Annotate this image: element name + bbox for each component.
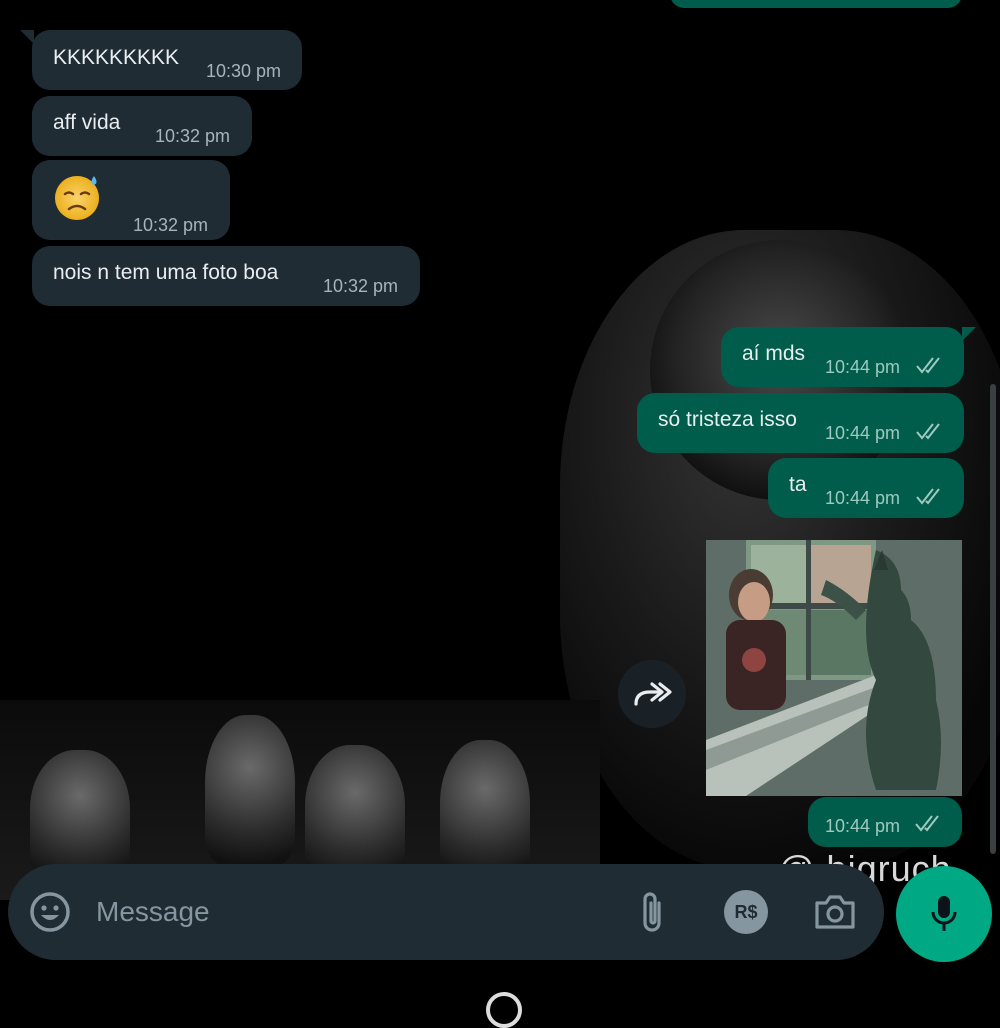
message-bubble-incoming[interactable]: aff vida 10:32 pm — [32, 96, 252, 156]
message-bubble-partial[interactable] — [670, 0, 962, 8]
read-receipt-icon — [916, 488, 940, 505]
message-time: 10:44 pm — [825, 423, 901, 443]
attach-button[interactable] — [630, 888, 674, 936]
sad-sweat-emoji-icon — [55, 176, 99, 220]
message-text: só tristeza isso — [658, 408, 797, 431]
message-time: 10:44 pm — [825, 488, 901, 508]
message-bubble-incoming[interactable]: nois n tem uma foto boa 10:32 pm — [32, 246, 420, 306]
message-text: nois n tem uma foto boa — [53, 261, 279, 284]
emoji-button[interactable] — [28, 890, 72, 934]
forward-icon — [634, 682, 672, 706]
chat-scrollbar[interactable] — [990, 384, 996, 854]
message-text: aff vida — [53, 111, 121, 134]
attach-icon — [643, 892, 661, 932]
message-composer: Message R$ — [8, 864, 884, 960]
payment-icon: R$ — [734, 901, 758, 922]
image-message[interactable] — [706, 540, 962, 796]
message-time: 10:32 pm — [133, 215, 209, 235]
emoji-icon — [30, 892, 70, 932]
payment-button[interactable]: R$ — [724, 890, 768, 934]
home-indicator[interactable] — [486, 992, 522, 1028]
forward-button[interactable] — [618, 660, 686, 728]
read-receipt-icon — [916, 357, 940, 374]
mic-icon — [931, 896, 957, 931]
camera-button[interactable] — [812, 890, 858, 934]
voice-message-button[interactable] — [896, 866, 992, 962]
message-time: 10:32 pm — [323, 276, 399, 296]
message-bubble-incoming[interactable]: KKKKKKKKK 10:30 pm — [20, 30, 302, 90]
message-bubble-outgoing[interactable]: 10:44 pm — [808, 797, 962, 847]
message-bubble-incoming[interactable]: 10:32 pm — [32, 160, 230, 240]
message-text: ta — [789, 473, 807, 496]
read-receipt-icon — [916, 423, 940, 440]
message-bubble-outgoing[interactable]: aí mds 10:44 pm — [721, 327, 976, 387]
message-time: 10:30 pm — [206, 61, 282, 81]
message-text: aí mds — [742, 342, 806, 365]
message-time: 10:44 pm — [825, 357, 901, 377]
camera-icon — [815, 895, 855, 929]
message-bubble-outgoing[interactable]: ta 10:44 pm — [768, 458, 964, 518]
message-input[interactable]: Message — [96, 896, 210, 928]
message-time: 10:44 pm — [825, 816, 901, 836]
werewolf-window-illustration — [706, 540, 962, 796]
read-receipt-icon — [915, 815, 939, 832]
message-text: KKKKKKKKK — [53, 46, 180, 69]
message-time: 10:32 pm — [155, 126, 231, 146]
message-bubble-outgoing[interactable]: só tristeza isso 10:44 pm — [637, 393, 964, 453]
